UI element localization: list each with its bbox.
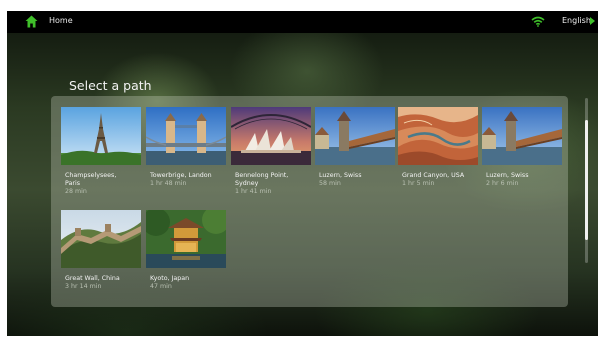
path-title: Luzern, Swiss — [319, 172, 362, 179]
scrollbar-thumb[interactable] — [585, 120, 588, 240]
home-label[interactable]: Home — [49, 16, 73, 25]
path-duration: 1 hr 48 min — [150, 180, 187, 187]
top-bar: Home English — [7, 11, 598, 33]
path-title: Champselysees, Paris — [65, 172, 117, 187]
path-duration: 2 hr 6 min — [486, 180, 519, 187]
path-tile[interactable]: Kyoto, Japan 47 min — [146, 210, 226, 291]
path-title: Great Wall, China — [65, 275, 120, 282]
language-label[interactable]: English — [562, 16, 591, 25]
path-duration: 58 min — [319, 180, 341, 187]
frame: Home English Select a path Champselysees… — [0, 0, 605, 345]
path-duration: 28 min — [65, 188, 87, 195]
thumbnail-tower-bridge — [146, 107, 226, 165]
path-tile[interactable]: Luzern, Swiss 2 hr 6 min — [482, 107, 562, 188]
thumbnail-eiffel-tower — [61, 107, 141, 165]
scrollbar[interactable] — [585, 98, 588, 263]
thumbnail-great-wall — [61, 210, 141, 268]
path-tile[interactable]: Towerbrige, Landon 1 hr 48 min — [146, 107, 226, 188]
thumbnail-sydney-opera-house — [231, 107, 311, 165]
wifi-icon — [531, 16, 545, 27]
thumbnail-chapel-bridge — [482, 107, 562, 165]
path-duration: 47 min — [150, 283, 172, 290]
path-tile[interactable]: Grand Canyon, USA 1 hr 5 min — [398, 107, 478, 188]
path-title: Grand Canyon, USA — [402, 172, 465, 179]
path-title: Luzern, Swiss — [486, 172, 529, 179]
path-tile[interactable]: Luzern, Swiss 58 min — [315, 107, 395, 188]
path-duration: 1 hr 5 min — [402, 180, 435, 187]
thumbnail-grand-canyon — [398, 107, 478, 165]
home-icon[interactable] — [25, 15, 38, 28]
arrow-right-icon[interactable] — [590, 17, 595, 25]
path-duration: 1 hr 41 min — [235, 188, 272, 195]
path-tile[interactable]: Champselysees, Paris 28 min — [61, 107, 141, 196]
page-title: Select a path — [69, 78, 152, 93]
path-title: Kyoto, Japan — [150, 275, 190, 282]
path-duration: 3 hr 14 min — [65, 283, 102, 290]
path-tile[interactable]: Bennelong Point, Sydney 1 hr 41 min — [231, 107, 311, 196]
thumbnail-pagoda — [146, 210, 226, 268]
path-title: Bennelong Point, Sydney — [235, 172, 289, 187]
path-title: Towerbrige, Landon — [150, 172, 212, 179]
path-tile[interactable]: Great Wall, China 3 hr 14 min — [61, 210, 141, 291]
tv-screen: Home English Select a path Champselysees… — [7, 11, 598, 336]
thumbnail-chapel-bridge — [315, 107, 395, 165]
